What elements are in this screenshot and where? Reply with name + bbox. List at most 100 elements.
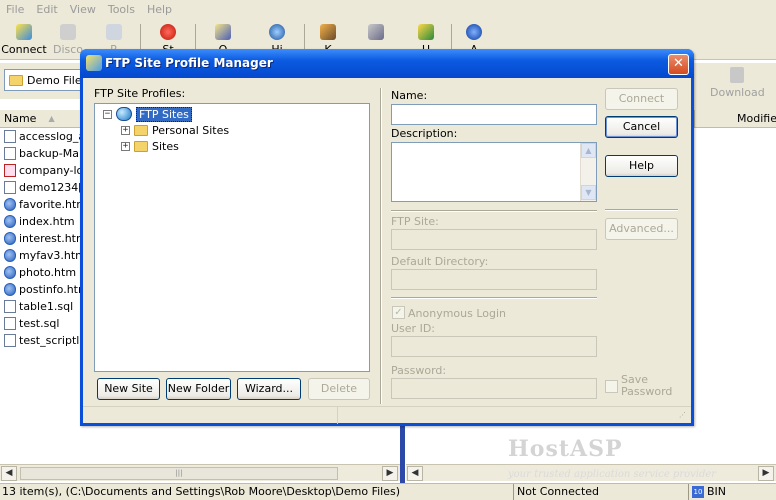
scroll-right-icon[interactable]: ▶	[382, 466, 398, 481]
expand-icon[interactable]: +	[121, 141, 130, 151]
file-row[interactable]: photo.htm	[0, 264, 82, 281]
ftp-site-input[interactable]	[391, 229, 597, 250]
status-connection: Not Connected	[513, 484, 685, 500]
html-file-icon	[4, 266, 16, 279]
text-file-icon	[4, 181, 16, 194]
cancel-button[interactable]: Cancel	[605, 116, 678, 138]
delete-button[interactable]: Delete	[308, 378, 370, 400]
section-separator	[391, 297, 597, 299]
host-logo: HostASP	[508, 436, 623, 462]
file-row[interactable]: favorite.htm	[0, 196, 82, 213]
status-bar: 13 item(s), (C:\Documents and Settings\R…	[0, 483, 776, 500]
file-row[interactable]: table1.sql	[0, 298, 82, 315]
file-name: test.sql	[19, 317, 60, 330]
menu-file[interactable]: File	[2, 3, 32, 16]
scroll-down-icon[interactable]: ▼	[581, 185, 596, 200]
text-file-icon	[4, 334, 16, 347]
file-name: postinfo.htm	[19, 283, 82, 296]
file-row[interactable]: backup-Mar	[0, 145, 82, 162]
tree-node-sites[interactable]: + Sites	[121, 138, 179, 154]
scroll-thumb[interactable]: |||	[20, 467, 338, 480]
expand-icon[interactable]: +	[121, 125, 130, 135]
anonymous-login-label: Anonymous Login	[408, 307, 507, 320]
description-scrollbar[interactable]: ▲ ▼	[580, 143, 596, 201]
options-icon	[215, 24, 231, 40]
pane-splitter[interactable]	[400, 425, 405, 485]
folder-icon	[9, 74, 23, 86]
menu-tools[interactable]: Tools	[104, 3, 143, 16]
local-file-list: accesslog_a backup-Mar company-log demo1234…	[0, 128, 82, 349]
anonymous-login-checkbox[interactable]: ✓	[392, 306, 405, 319]
save-password-label: Save Password	[621, 373, 673, 398]
file-row[interactable]: interest.htm	[0, 230, 82, 247]
file-row[interactable]: test_scriptl.	[0, 332, 82, 349]
description-textarea[interactable]: ▲ ▼	[391, 142, 597, 202]
tree-node-personal-sites[interactable]: + Personal Sites	[121, 122, 229, 138]
status-path: 13 item(s), (C:\Documents and Settings\R…	[2, 485, 401, 498]
file-name: accesslog_a	[19, 130, 82, 143]
download-button[interactable]: Download	[710, 67, 765, 99]
remote-list-header[interactable]: Modified	[694, 110, 776, 128]
ftp-site-label: FTP Site:	[391, 215, 439, 228]
menu-view[interactable]: View	[66, 3, 104, 16]
support-icon	[368, 24, 384, 40]
file-row[interactable]: accesslog_a	[0, 128, 82, 145]
collapse-icon[interactable]: −	[103, 109, 112, 119]
site-profiles-tree[interactable]: − FTP Sites + Personal Sites + Sites	[94, 103, 370, 372]
scroll-up-icon[interactable]: ▲	[581, 143, 596, 158]
file-name: photo.htm	[19, 266, 77, 279]
file-row[interactable]: index.htm	[0, 213, 82, 230]
column-name[interactable]: Name	[4, 112, 36, 125]
section-separator	[391, 210, 597, 212]
local-list-header[interactable]: Name ▲	[0, 110, 82, 128]
profiles-label: FTP Site Profiles:	[94, 87, 186, 100]
file-row[interactable]: postinfo.htm	[0, 281, 82, 298]
info-icon	[466, 24, 482, 40]
text-file-icon	[4, 164, 16, 177]
status-transfer-mode[interactable]: 10 BIN	[688, 484, 776, 500]
file-row[interactable]: test.sql	[0, 315, 82, 332]
remote-toolbar: Download	[694, 63, 776, 111]
file-row[interactable]: myfav3.htm	[0, 247, 82, 264]
new-site-button[interactable]: New Site	[97, 378, 160, 400]
wizard-button[interactable]: Wizard...	[237, 378, 301, 400]
document-file-icon	[4, 300, 16, 313]
local-address-bar: Demo Files	[0, 63, 94, 99]
name-label: Name:	[391, 89, 428, 102]
file-name: table1.sql	[19, 300, 74, 313]
folder-icon	[134, 124, 148, 136]
menu-edit[interactable]: Edit	[32, 3, 65, 16]
scroll-left-icon[interactable]: ◀	[407, 466, 423, 481]
dialog-status-strip	[83, 406, 691, 424]
password-input[interactable]	[391, 378, 597, 399]
advanced-button[interactable]: Advanced...	[605, 218, 678, 240]
file-name: myfav3.htm	[19, 249, 82, 262]
update-icon	[418, 24, 434, 40]
column-modified[interactable]: Modified	[737, 112, 776, 125]
refresh-icon	[106, 24, 122, 40]
menu-help[interactable]: Help	[143, 3, 180, 16]
dialog-titlebar[interactable]: FTP Site Profile Manager ✕	[80, 49, 694, 78]
help-button[interactable]: Help	[605, 155, 678, 177]
local-horizontal-scrollbar[interactable]: ◀ ||| ▶	[0, 464, 400, 481]
connect-button[interactable]: Connect	[0, 18, 48, 60]
file-row[interactable]: company-log	[0, 162, 82, 179]
default-directory-input[interactable]	[391, 269, 597, 290]
user-id-input[interactable]	[391, 336, 597, 357]
ftp-sites-globe-icon	[116, 107, 132, 121]
file-row[interactable]: demo1234[1	[0, 179, 82, 196]
new-folder-button[interactable]: New Folder	[166, 378, 231, 400]
scroll-right-icon[interactable]: ▶	[758, 466, 774, 481]
connect-dialog-button[interactable]: Connect	[605, 88, 678, 110]
tree-node-ftp-sites[interactable]: − FTP Sites	[103, 106, 192, 122]
file-name: favorite.htm	[19, 198, 82, 211]
stop-icon	[160, 24, 176, 40]
resize-grip-icon[interactable]: ⋰	[679, 411, 689, 421]
document-file-icon	[4, 317, 16, 330]
save-password-checkbox[interactable]	[605, 380, 618, 393]
name-input[interactable]	[391, 104, 597, 125]
scroll-left-icon[interactable]: ◀	[1, 466, 17, 481]
close-button[interactable]: ✕	[668, 54, 689, 75]
file-name: company-log	[19, 164, 82, 177]
file-name: demo1234[1	[19, 181, 82, 194]
